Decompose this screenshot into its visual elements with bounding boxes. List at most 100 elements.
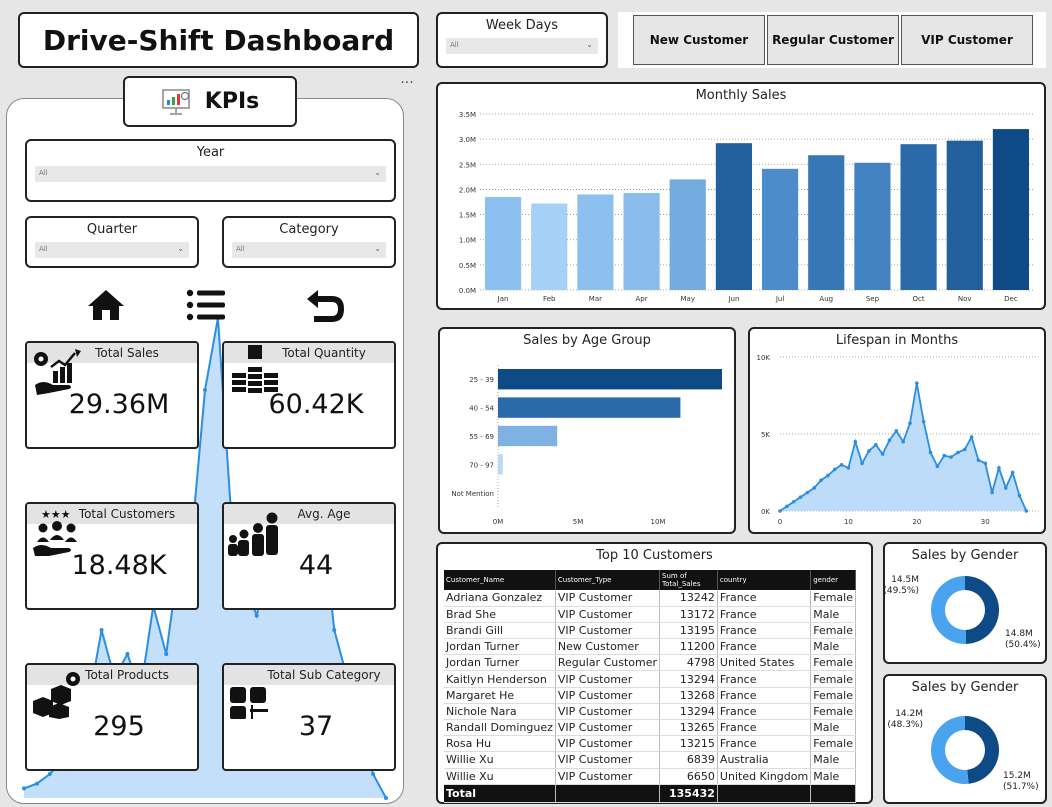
x-tick-label: 30 <box>981 518 990 526</box>
table-cell: VIP Customer <box>555 751 661 769</box>
table-cell: Jordan Turner <box>444 638 556 656</box>
table-cell: France <box>717 670 812 688</box>
data-point <box>839 463 844 467</box>
bar <box>498 425 558 447</box>
vip-customer-button[interactable]: VIP Customer <box>901 15 1033 65</box>
table-row[interactable]: Margaret He VIP Customer 13268 France Female <box>444 687 856 704</box>
table-cell: 6650 <box>659 768 718 785</box>
table-cell: France <box>717 622 812 640</box>
data-point <box>921 419 926 424</box>
data-point <box>1003 486 1008 490</box>
table-cell: France <box>717 590 812 607</box>
table-row[interactable]: Adriana Gonzalez VIP Customer 13242 France F… <box>444 590 856 607</box>
chevron-down-icon: ⌄ <box>177 244 184 253</box>
y-tick-label: 40 - 54 <box>469 405 494 413</box>
background-point <box>34 781 39 786</box>
table-cell: Female <box>810 590 856 607</box>
table-row[interactable]: Brad She VIP Customer 13172 France Male <box>444 606 856 623</box>
week-days-dropdown[interactable]: All ⌄ <box>446 38 598 54</box>
category-slicer[interactable]: Category All ⌄ <box>222 216 396 268</box>
table-cell: 13294 <box>659 670 718 688</box>
table-row[interactable]: Willie Xu VIP Customer 6839 Australia Male <box>444 751 856 769</box>
year-value: All <box>39 169 48 177</box>
back-arrow-icon[interactable] <box>304 286 346 324</box>
table-header-cell[interactable]: Customer_Type <box>555 570 661 590</box>
table-header-cell[interactable]: gender <box>810 570 856 590</box>
table-row[interactable]: Willie Xu VIP Customer 6650 United Kingdom M… <box>444 768 856 785</box>
table-cell: VIP Customer <box>555 719 661 737</box>
quarter-slicer[interactable]: Quarter All ⌄ <box>25 216 199 268</box>
table-total-row: Total 135432 <box>444 784 856 803</box>
new-customer-button[interactable]: New Customer <box>633 15 765 65</box>
table-header-cell[interactable]: country <box>717 570 812 590</box>
data-point <box>819 478 823 482</box>
table-cell: New Customer <box>555 638 661 656</box>
data-point <box>997 466 1001 470</box>
chevron-down-icon: ⌄ <box>586 40 593 49</box>
more-options-icon[interactable]: ... <box>396 72 418 90</box>
table-cell: France <box>717 606 812 623</box>
table-row[interactable]: Jordan Turner Regular Customer 4798 United … <box>444 654 856 672</box>
table-cell: Willie Xu <box>444 768 556 785</box>
table-cell: VIP Customer <box>555 735 661 753</box>
list-icon[interactable] <box>186 288 226 322</box>
kpi-header-label: KPIs <box>204 89 260 114</box>
home-icon[interactable] <box>86 288 126 322</box>
table-row[interactable]: Rosa Hu VIP Customer 13215 France Female <box>444 735 856 753</box>
data-point <box>785 504 789 509</box>
x-tick-label: Apr <box>636 295 648 303</box>
table-cell: Nichole Nara <box>444 703 556 721</box>
background-point <box>254 613 259 618</box>
regular-customer-button[interactable]: Regular Customer <box>767 15 899 65</box>
x-tick-label: Dec <box>1004 295 1018 303</box>
table-cell: Regular Customer <box>555 654 661 672</box>
table-cell: VIP Customer <box>555 622 661 640</box>
area-fill <box>780 383 1027 511</box>
table-row[interactable]: Randall Dominguez VIP Customer 13265 France… <box>444 719 856 737</box>
category-slicer-label: Category <box>279 222 339 237</box>
table-title: Top 10 Customers <box>596 548 713 563</box>
table-header-cell[interactable]: Customer_Name <box>444 570 556 590</box>
table-total-cell: 135432 <box>659 784 718 803</box>
x-tick-label: 20 <box>912 518 921 526</box>
bar <box>669 179 706 290</box>
y-tick-label: 0K <box>761 508 770 516</box>
monthly-sales-chart: Monthly Sales 0.0M 0.5M 1.0M 1.5M 2.0M 2.5M 3.… <box>436 82 1046 310</box>
data-point <box>928 450 933 455</box>
category-dropdown[interactable]: All ⌄ <box>232 242 386 258</box>
data-point <box>832 467 837 472</box>
y-tick-label: 0.0M <box>459 287 476 295</box>
table-row[interactable]: Kaitlyn Henderson VIP Customer 13294 France… <box>444 670 856 688</box>
data-point <box>942 453 947 458</box>
table-row[interactable]: Brandi Gill VIP Customer 13195 France Female <box>444 622 856 640</box>
chevron-down-icon: ⌄ <box>374 168 381 177</box>
data-point <box>805 490 810 495</box>
data-point <box>1017 493 1022 498</box>
kpi-value: 60.42K <box>268 389 364 420</box>
table-row[interactable]: Nichole Nara VIP Customer 13294 France Femal… <box>444 703 856 721</box>
donut-slice <box>965 576 1000 644</box>
data-point <box>969 435 974 439</box>
quarter-dropdown[interactable]: All ⌄ <box>35 242 189 258</box>
table-cell: Australia <box>717 751 812 769</box>
table-cell: 13242 <box>659 590 718 607</box>
bar <box>531 203 568 290</box>
gender-donut-2: 14.2M(48.3%) 15.2M(51.7%) <box>887 709 1038 792</box>
data-point <box>935 464 940 469</box>
data-point <box>778 509 782 513</box>
y-tick-label: 5K <box>761 431 770 439</box>
dashboard-monitor-icon <box>162 88 190 115</box>
y-tick-label: 1.0M <box>459 237 476 245</box>
year-dropdown[interactable]: All ⌄ <box>35 166 386 182</box>
x-tick-label: Mar <box>589 295 602 303</box>
monthly-sales-plot: 0.0M 0.5M 1.0M 1.5M 2.0M 2.5M 3.0M 3.5M Jan Feb Ma… <box>459 111 1034 303</box>
table-header-cell[interactable]: Sum of Total_Sales <box>659 570 718 590</box>
table-cell: Rosa Hu <box>444 735 556 753</box>
table-cell: 13172 <box>659 606 718 623</box>
x-tick-label: May <box>681 295 695 303</box>
table-row[interactable]: Jordan Turner New Customer 11200 France Male <box>444 638 856 656</box>
year-slicer[interactable]: Year All ⌄ <box>25 139 396 202</box>
svg-text:★★★: ★★★ <box>41 508 71 521</box>
week-days-slicer[interactable]: Week Days All ⌄ <box>436 12 608 68</box>
background-point <box>125 652 130 656</box>
